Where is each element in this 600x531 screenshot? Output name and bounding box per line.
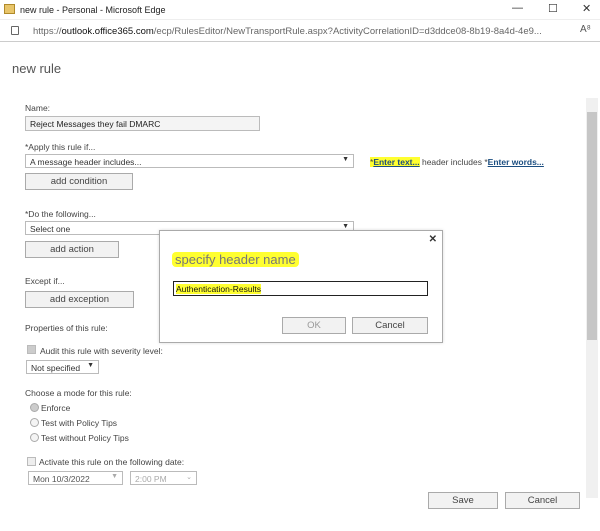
dialog-cancel-button[interactable]: Cancel [352, 317, 428, 334]
mode-label: Choose a mode for this rule: [25, 388, 132, 398]
cancel-button[interactable]: Cancel [505, 492, 580, 509]
enter-text-link[interactable]: Enter text... [373, 157, 419, 167]
name-label: Name: [25, 103, 51, 113]
dropdown-arrow-icon: ▼ [111, 473, 118, 480]
dialog-ok-button[interactable]: OK [282, 317, 346, 334]
close-window-button[interactable]: ✕ [582, 2, 591, 15]
do-label: *Do the following... [25, 209, 96, 219]
enter-words-link[interactable]: Enter words... [488, 157, 544, 167]
activate-checkbox[interactable] [27, 457, 36, 466]
mode-test-tips-label: Test with Policy Tips [41, 418, 118, 428]
mode-test-no-tips-label: Test without Policy Tips [41, 433, 129, 443]
time-select[interactable]: 2:00 PM ⌄ [130, 471, 197, 485]
add-condition-button[interactable]: add condition [25, 173, 133, 190]
dropdown-arrow-icon: ▼ [87, 362, 94, 369]
severity-select[interactable]: Not specified ▼ [26, 360, 99, 374]
dialog-close-button[interactable]: ✕ [429, 234, 437, 245]
date-select[interactable]: Mon 10/3/2022 ▼ [28, 471, 123, 485]
activate-label: Activate this rule on the following date… [39, 457, 185, 467]
condition-select[interactable]: A message header includes... ▼ [25, 154, 354, 168]
page-title: new rule [12, 61, 62, 76]
window-title: new rule - Personal - Microsoft Edge [20, 5, 166, 15]
mode-test-tips-radio[interactable] [30, 418, 39, 427]
scrollbar-thumb[interactable] [587, 112, 597, 340]
save-button[interactable]: Save [428, 492, 498, 509]
dropdown-arrow-icon: ▼ [342, 223, 349, 230]
add-action-button[interactable]: add action [25, 241, 119, 258]
maximize-button[interactable]: ☐ [548, 2, 558, 15]
minimize-button[interactable]: — [512, 2, 523, 14]
apply-label: *Apply this rule if... [25, 142, 96, 152]
audit-label: Audit this rule with severity level: [40, 346, 163, 356]
properties-label: Properties of this rule: [25, 323, 108, 333]
audit-checkbox[interactable] [27, 345, 36, 354]
header-name-input[interactable]: Authentication-Results [173, 281, 428, 296]
header-name-dialog: ✕ specify header name Authentication-Res… [159, 230, 443, 343]
action-value: Select one [30, 224, 71, 234]
condition-description: *Enter text... header includes *Enter wo… [370, 157, 544, 167]
mode-test-no-tips-radio[interactable] [30, 433, 39, 442]
app-icon [4, 4, 15, 14]
mode-enforce-label: Enforce [41, 403, 71, 413]
title-bar: new rule - Personal - Microsoft Edge — ☐… [0, 0, 600, 19]
time-value: 2:00 PM [135, 474, 167, 484]
lock-icon [11, 26, 19, 35]
url-text[interactable]: https://outlook.office365.com/ecp/RulesE… [33, 26, 542, 37]
dialog-title: specify header name [172, 252, 299, 267]
severity-value: Not specified [31, 363, 81, 373]
header-name-value: Authentication-Results [176, 284, 262, 294]
dropdown-arrow-icon: ▼ [342, 156, 349, 163]
read-aloud-icon[interactable]: A⁸ [580, 24, 591, 35]
except-label: Except if... [25, 276, 65, 286]
chevron-down-icon: ⌄ [186, 474, 192, 481]
date-value: Mon 10/3/2022 [33, 474, 90, 484]
name-input[interactable]: Reject Messages they fail DMARC [25, 116, 260, 131]
add-exception-button[interactable]: add exception [25, 291, 134, 308]
condition-value: A message header includes... [30, 157, 142, 167]
mode-enforce-radio[interactable] [30, 403, 39, 412]
address-bar[interactable]: https://outlook.office365.com/ecp/RulesE… [0, 19, 600, 42]
